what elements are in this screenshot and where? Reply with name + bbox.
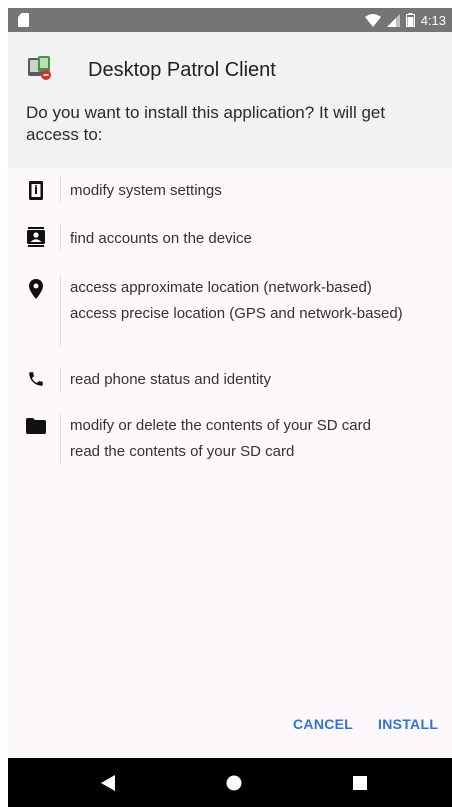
home-button[interactable] — [204, 758, 264, 807]
settings-phone-icon — [26, 180, 46, 200]
status-bar: 4:13 — [8, 8, 452, 32]
home-circle-icon — [226, 775, 242, 790]
permission-text: read phone status and identity — [70, 371, 271, 388]
wifi-icon — [364, 13, 381, 27]
permission-divider — [60, 225, 61, 251]
recents-square-icon — [353, 775, 367, 790]
permission-divider — [60, 177, 61, 203]
app-title: Desktop Patrol Client — [88, 59, 276, 81]
install-prompt: Do you want to install this application?… — [26, 103, 386, 144]
status-time: 4:13 — [420, 12, 446, 28]
permission-divider — [60, 275, 61, 347]
signal-icon — [386, 13, 400, 27]
navigation-bar — [8, 758, 452, 807]
permission-text: read the contents of your SD card — [70, 443, 295, 460]
dialog-header: Desktop Patrol Client Do you want to ins… — [8, 32, 452, 168]
install-button[interactable]: INSTALL — [378, 716, 438, 732]
phone-icon — [26, 369, 46, 389]
permission-text: modify or delete the contents of your SD… — [70, 417, 371, 434]
permission-divider — [60, 367, 61, 393]
recents-button[interactable] — [330, 758, 390, 807]
back-button[interactable] — [78, 758, 138, 807]
permission-text: find accounts on the device — [70, 230, 252, 247]
permission-text: modify system settings — [70, 182, 222, 199]
back-triangle-icon — [101, 774, 115, 791]
battery-icon — [405, 13, 415, 27]
permission-text: access precise location (GPS and network… — [70, 305, 403, 322]
sd-card-icon — [18, 13, 29, 27]
permission-divider — [60, 413, 61, 463]
permission-text: access approximate location (network-bas… — [70, 279, 372, 296]
contacts-icon — [26, 227, 46, 247]
install-dialog-screen: 4:13 Desktop Patrol Client Do you want t… — [8, 8, 452, 807]
location-pin-icon — [26, 279, 46, 299]
app-icon — [28, 56, 51, 80]
folder-icon — [26, 416, 46, 436]
cancel-button[interactable]: CANCEL — [293, 716, 353, 732]
